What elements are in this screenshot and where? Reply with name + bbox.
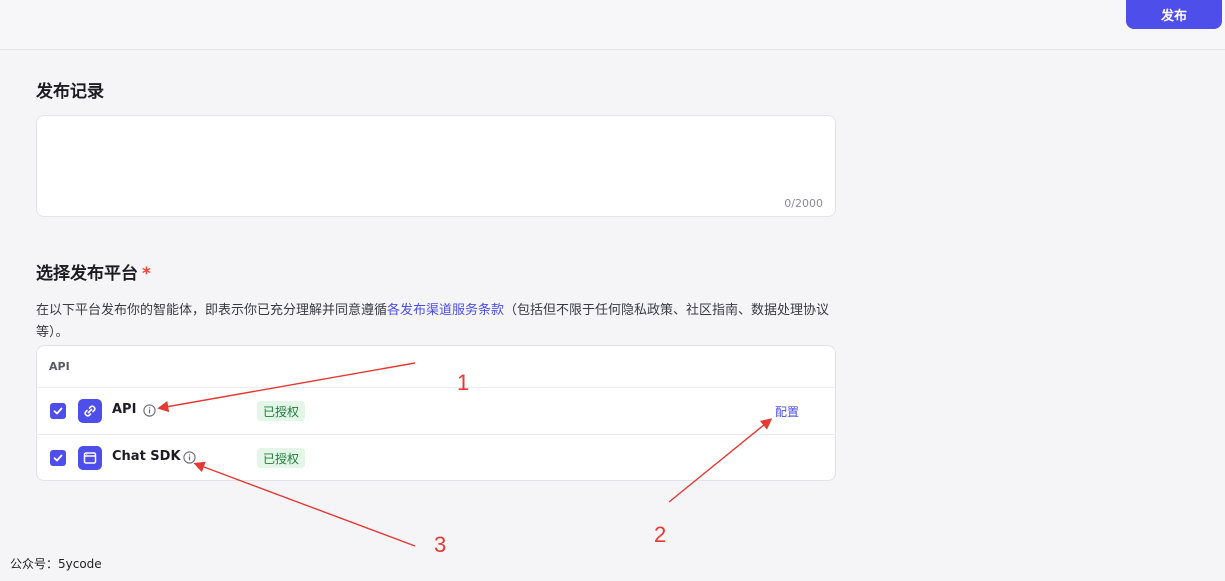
check-icon <box>53 454 63 462</box>
top-bar: 发布 <box>0 0 1225 50</box>
platform-section-title: 选择发布平台 * <box>36 259 151 284</box>
platform-row-api: API 已授权 配置 <box>37 388 835 434</box>
platform-description: 在以下平台发布你的智能体，即表示你已充分理解并同意遵循各发布渠道服务条款（包括但… <box>36 300 841 344</box>
annotation-arrows <box>157 362 773 547</box>
annotation-label-3: 3 <box>434 532 447 557</box>
check-icon <box>53 407 63 415</box>
release-record-title: 发布记录 <box>36 82 104 102</box>
api-label: API <box>112 402 137 417</box>
info-icon[interactable] <box>183 451 196 464</box>
release-record-textarea[interactable]: 0/2000 <box>36 115 836 217</box>
terms-link[interactable]: 各发布渠道服务条款 <box>387 303 504 318</box>
api-checkbox[interactable] <box>50 403 66 419</box>
platform-table: API API 已授权 配置 Chat SDK 已授权 <box>36 345 836 481</box>
platform-title-text: 选择发布平台 <box>36 264 138 284</box>
annotation-label-2: 2 <box>654 522 667 547</box>
annotation-label-1: 1 <box>457 370 470 395</box>
status-badge: 已授权 <box>257 401 306 421</box>
window-icon <box>78 446 102 470</box>
platform-row-chat-sdk: Chat SDK 已授权 <box>37 434 835 480</box>
watermark: 公众号：5ycode <box>10 557 102 571</box>
desc-prefix: 在以下平台发布你的智能体，即表示你已充分理解并同意遵循 <box>36 303 388 318</box>
status-badge: 已授权 <box>257 448 306 468</box>
config-button[interactable]: 配置 <box>775 403 799 420</box>
chat-sdk-label: Chat SDK <box>112 449 181 464</box>
publish-button[interactable]: 发布 <box>1126 0 1222 29</box>
info-icon[interactable] <box>143 404 156 417</box>
group-header: API <box>37 346 835 388</box>
chat-sdk-checkbox[interactable] <box>50 450 66 466</box>
char-counter: 0/2000 <box>784 197 823 210</box>
required-mark: * <box>142 264 151 284</box>
link-icon <box>78 399 102 423</box>
